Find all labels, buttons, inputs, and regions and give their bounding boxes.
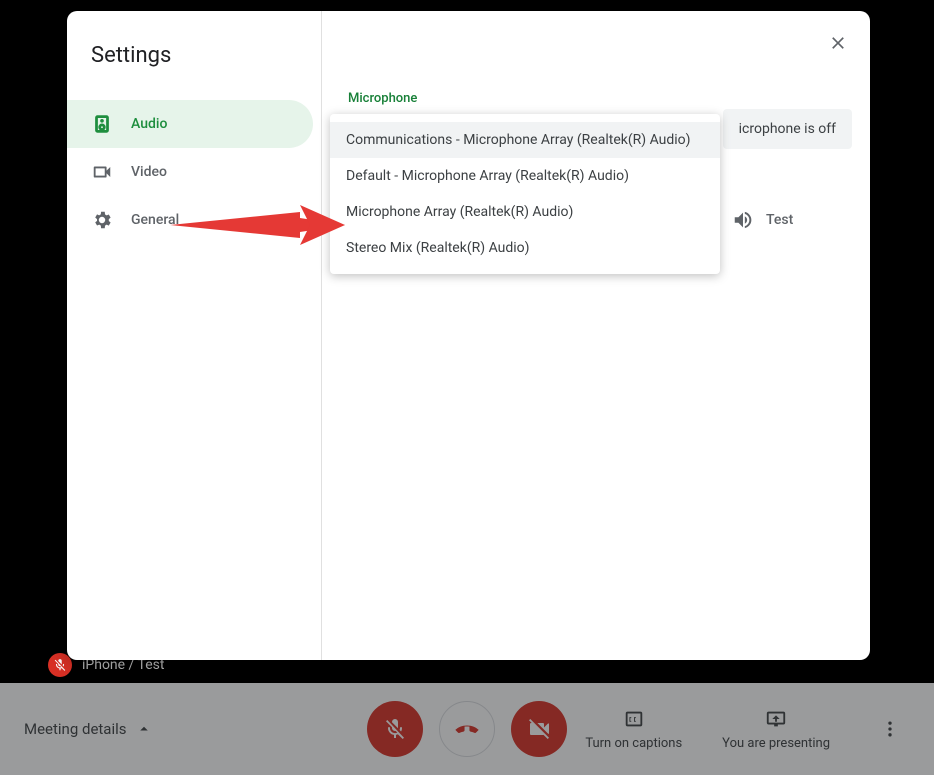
captions-icon [623, 708, 645, 730]
sidebar-item-label: General [131, 212, 179, 228]
phone-hangup-icon [453, 715, 481, 743]
camera-off-button[interactable] [511, 701, 567, 757]
dropdown-option[interactable]: Communications - Microphone Array (Realt… [330, 122, 720, 158]
sidebar-item-label: Audio [131, 116, 167, 132]
mic-off-toast: icrophone is off [723, 109, 852, 149]
mic-off-icon [383, 717, 407, 741]
video-icon [91, 161, 113, 183]
more-vert-icon [880, 719, 900, 739]
sidebar-item-audio[interactable]: Audio [67, 100, 313, 148]
speakers-test-button[interactable]: Test [732, 209, 793, 231]
present-button[interactable]: You are presenting [722, 708, 830, 751]
close-button[interactable] [818, 23, 858, 63]
settings-content: Microphone icrophone is off Test [322, 11, 870, 660]
sidebar-item-label: Video [131, 164, 167, 180]
mic-muted-icon [48, 653, 72, 677]
hangup-button[interactable] [439, 701, 495, 757]
camera-off-icon [527, 717, 551, 741]
settings-title: Settings [67, 35, 321, 92]
speaker-icon [91, 113, 113, 135]
dropdown-option[interactable]: Microphone Array (Realtek(R) Audio) [330, 194, 720, 230]
present-icon [765, 708, 787, 730]
captions-button[interactable]: Turn on captions [585, 708, 682, 751]
sidebar-item-video[interactable]: Video [67, 148, 313, 196]
mute-mic-button[interactable] [367, 701, 423, 757]
more-options-button[interactable] [870, 709, 910, 749]
meeting-details-button[interactable]: Meeting details [24, 720, 153, 738]
settings-sidebar: Settings Audio Video General [67, 11, 322, 660]
dropdown-option[interactable]: Stereo Mix (Realtek(R) Audio) [330, 230, 720, 266]
settings-dialog: Settings Audio Video General [67, 11, 870, 660]
volume-icon [732, 209, 754, 231]
microphone-label: Microphone [348, 91, 846, 106]
test-label: Test [766, 212, 793, 228]
call-controls [367, 701, 567, 757]
microphone-dropdown[interactable]: Communications - Microphone Array (Realt… [330, 114, 720, 274]
bottom-bar: Meeting details Turn on captions You are… [0, 683, 934, 775]
gear-icon [91, 209, 113, 231]
dropdown-option[interactable]: Default - Microphone Array (Realtek(R) A… [330, 158, 720, 194]
sidebar-item-general[interactable]: General [67, 196, 313, 244]
meeting-details-label: Meeting details [24, 720, 127, 738]
present-label: You are presenting [722, 736, 830, 751]
captions-label: Turn on captions [585, 736, 682, 751]
chevron-up-icon [135, 720, 153, 738]
close-icon [828, 33, 848, 53]
